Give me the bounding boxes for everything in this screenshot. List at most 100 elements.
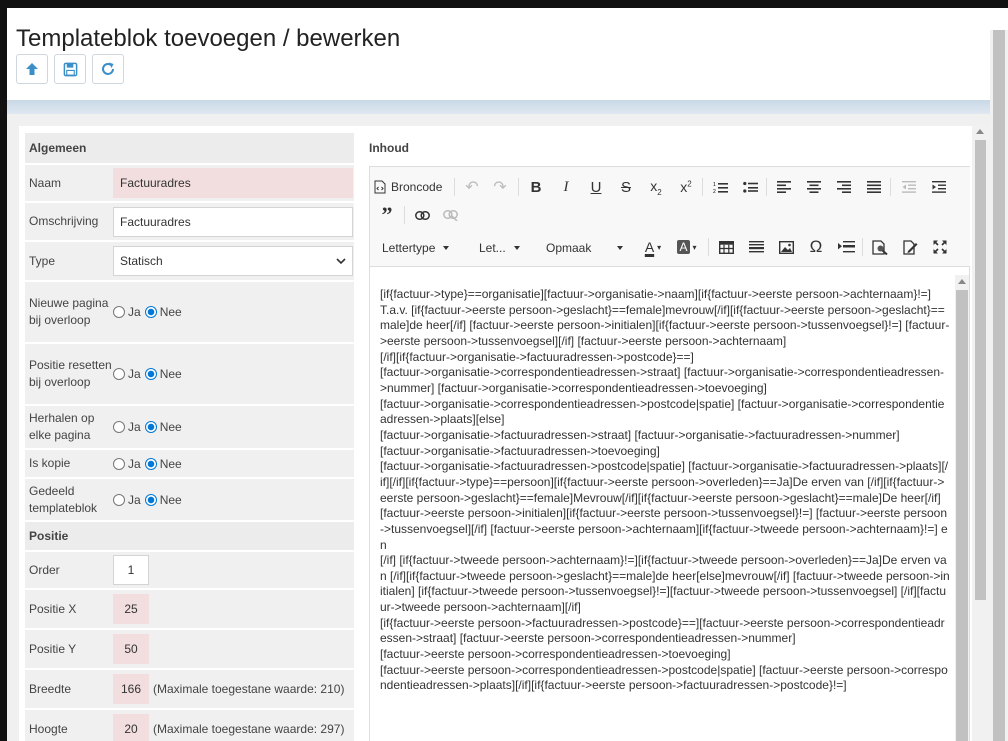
toolbar-separator [702, 178, 703, 196]
content-scrollbar[interactable] [972, 126, 989, 741]
row-breedte: Breedte 166 (Maximale toegestane waarde:… [25, 670, 354, 710]
row-order: Order 1 [25, 550, 354, 590]
page-break-button[interactable] [834, 234, 858, 260]
svg-text:2: 2 [713, 189, 716, 194]
align-left-button[interactable] [772, 174, 796, 200]
font-family-combo[interactable]: Lettertype [382, 237, 449, 259]
positie-y-input[interactable]: 50 [113, 634, 149, 664]
gedeeld-nee-radio[interactable] [144, 493, 157, 506]
row-positie-resetten: Positie resetten bij overloop Ja Nee [25, 344, 354, 406]
special-char-button[interactable]: Ω [804, 234, 828, 260]
numbered-list-icon: 12 [713, 182, 728, 194]
maximize-icon [933, 240, 947, 254]
type-select[interactable]: Statisch [113, 246, 353, 276]
save-button[interactable] [54, 54, 86, 84]
format-combo[interactable]: Opmaak [546, 237, 623, 259]
outdent-button[interactable] [897, 174, 921, 200]
editor-toolbar: Broncode ↶ ↷ B I U S x2 x2 12 ” Letterty… [370, 167, 970, 267]
superscript-button[interactable]: x2 [674, 174, 698, 200]
preview-button[interactable] [868, 234, 892, 260]
toolbar-separator [518, 178, 519, 196]
superscript-icon: x2 [680, 179, 692, 195]
modal-header: Templateblok toevoegen / bewerken [7, 8, 990, 100]
horizontal-line-button[interactable] [744, 234, 768, 260]
text-color-icon: A [644, 239, 655, 255]
strike-button[interactable]: S [614, 174, 638, 200]
italic-button[interactable]: I [554, 174, 578, 200]
gedeeld-ja-radio[interactable] [113, 493, 125, 506]
undo-button[interactable]: ↶ [460, 174, 484, 200]
order-input[interactable]: 1 [113, 555, 149, 585]
rich-text-editor: Broncode ↶ ↷ B I U S x2 x2 12 ” Letterty… [369, 166, 970, 741]
omschrijving-input[interactable]: Factuuradres [113, 206, 353, 237]
align-center-button[interactable] [802, 174, 826, 200]
row-nieuwe-pagina: Nieuwe pagina bij overloop Ja Nee [25, 282, 354, 344]
form-content: Algemeen Naam Factuuradres Omschrijving … [19, 126, 972, 741]
align-right-icon [837, 181, 851, 193]
outer-scrollbar[interactable] [990, 30, 1008, 741]
herhalen-ja-radio[interactable] [113, 421, 125, 433]
underline-icon: U [590, 178, 602, 196]
table-button[interactable] [714, 234, 738, 260]
refresh-button[interactable] [92, 54, 124, 84]
outer-scrollbar-thumb[interactable] [993, 30, 1005, 741]
content-scrollbar-thumb[interactable] [975, 140, 986, 600]
template-button[interactable] [898, 234, 922, 260]
format-label: Opmaak [546, 241, 592, 255]
strikethrough-icon: S [620, 178, 631, 196]
toolbar-separator [708, 238, 709, 256]
ja-label: Ja [128, 492, 141, 507]
herhalen-nee-radio[interactable] [144, 421, 157, 433]
align-justify-button[interactable] [862, 174, 886, 200]
back-button[interactable] [16, 54, 48, 84]
scroll-up-icon[interactable] [976, 129, 984, 134]
ja-label: Ja [128, 305, 141, 319]
underline-button[interactable]: U [584, 174, 608, 200]
maximize-button[interactable] [928, 234, 952, 260]
bullet-list-button[interactable] [738, 174, 762, 200]
row-is-kopie: Is kopie Ja Nee [25, 450, 354, 479]
link-button[interactable] [410, 202, 434, 228]
editor-content[interactable]: [if{factuur->type}==organisatie][factuur… [380, 287, 950, 694]
subscript-button[interactable]: x2 [644, 174, 668, 200]
breedte-input[interactable]: 166 [113, 674, 149, 704]
hoogte-hint: (Maximale toegestane waarde: 297) [153, 722, 345, 736]
editor-scrollbar-thumb[interactable] [956, 290, 968, 741]
nieuwe-pagina-label: Nieuwe pagina bij overloop [29, 296, 109, 327]
source-button[interactable]: Broncode [374, 174, 448, 200]
table-icon [718, 240, 734, 254]
positie-x-input[interactable]: 25 [113, 594, 149, 624]
bold-icon: B [530, 178, 542, 196]
positie-resetten-nee-radio[interactable] [144, 368, 157, 380]
chevron-down-icon [336, 258, 346, 265]
align-right-button[interactable] [832, 174, 856, 200]
hoogte-input[interactable]: 20 [113, 714, 149, 741]
indent-button[interactable] [927, 174, 951, 200]
toolbar-separator [890, 178, 891, 196]
source-label: Broncode [391, 180, 443, 194]
is-kopie-ja-radio[interactable] [113, 457, 125, 470]
positie-resetten-ja-radio[interactable] [113, 368, 125, 380]
redo-button[interactable]: ↷ [488, 174, 512, 200]
scroll-up-icon[interactable] [958, 279, 966, 284]
naam-input[interactable]: Factuuradres [113, 168, 353, 198]
numbered-list-button[interactable]: 12 [708, 174, 732, 200]
general-form: Algemeen Naam Factuuradres Omschrijving … [25, 133, 354, 741]
preview-icon [872, 239, 888, 255]
svg-text:1: 1 [713, 182, 716, 188]
text-color-button[interactable]: A ▾ [638, 234, 668, 260]
image-button[interactable] [774, 234, 798, 260]
background-color-button[interactable]: A ▾ [672, 234, 702, 260]
row-positie-x: Positie X 25 [25, 590, 354, 630]
bold-button[interactable]: B [524, 174, 548, 200]
blockquote-button[interactable]: ” [374, 202, 400, 228]
unlink-button[interactable] [438, 202, 462, 228]
toolbar-separator [404, 206, 405, 224]
nee-label: Nee [159, 305, 182, 319]
editor-scrollbar[interactable] [955, 275, 969, 741]
is-kopie-nee-radio[interactable] [144, 457, 157, 470]
nieuwe-pagina-ja-radio[interactable] [113, 306, 125, 318]
indent-icon [932, 181, 946, 193]
nieuwe-pagina-nee-radio[interactable] [144, 306, 157, 318]
font-size-combo[interactable]: Let... [479, 237, 520, 259]
